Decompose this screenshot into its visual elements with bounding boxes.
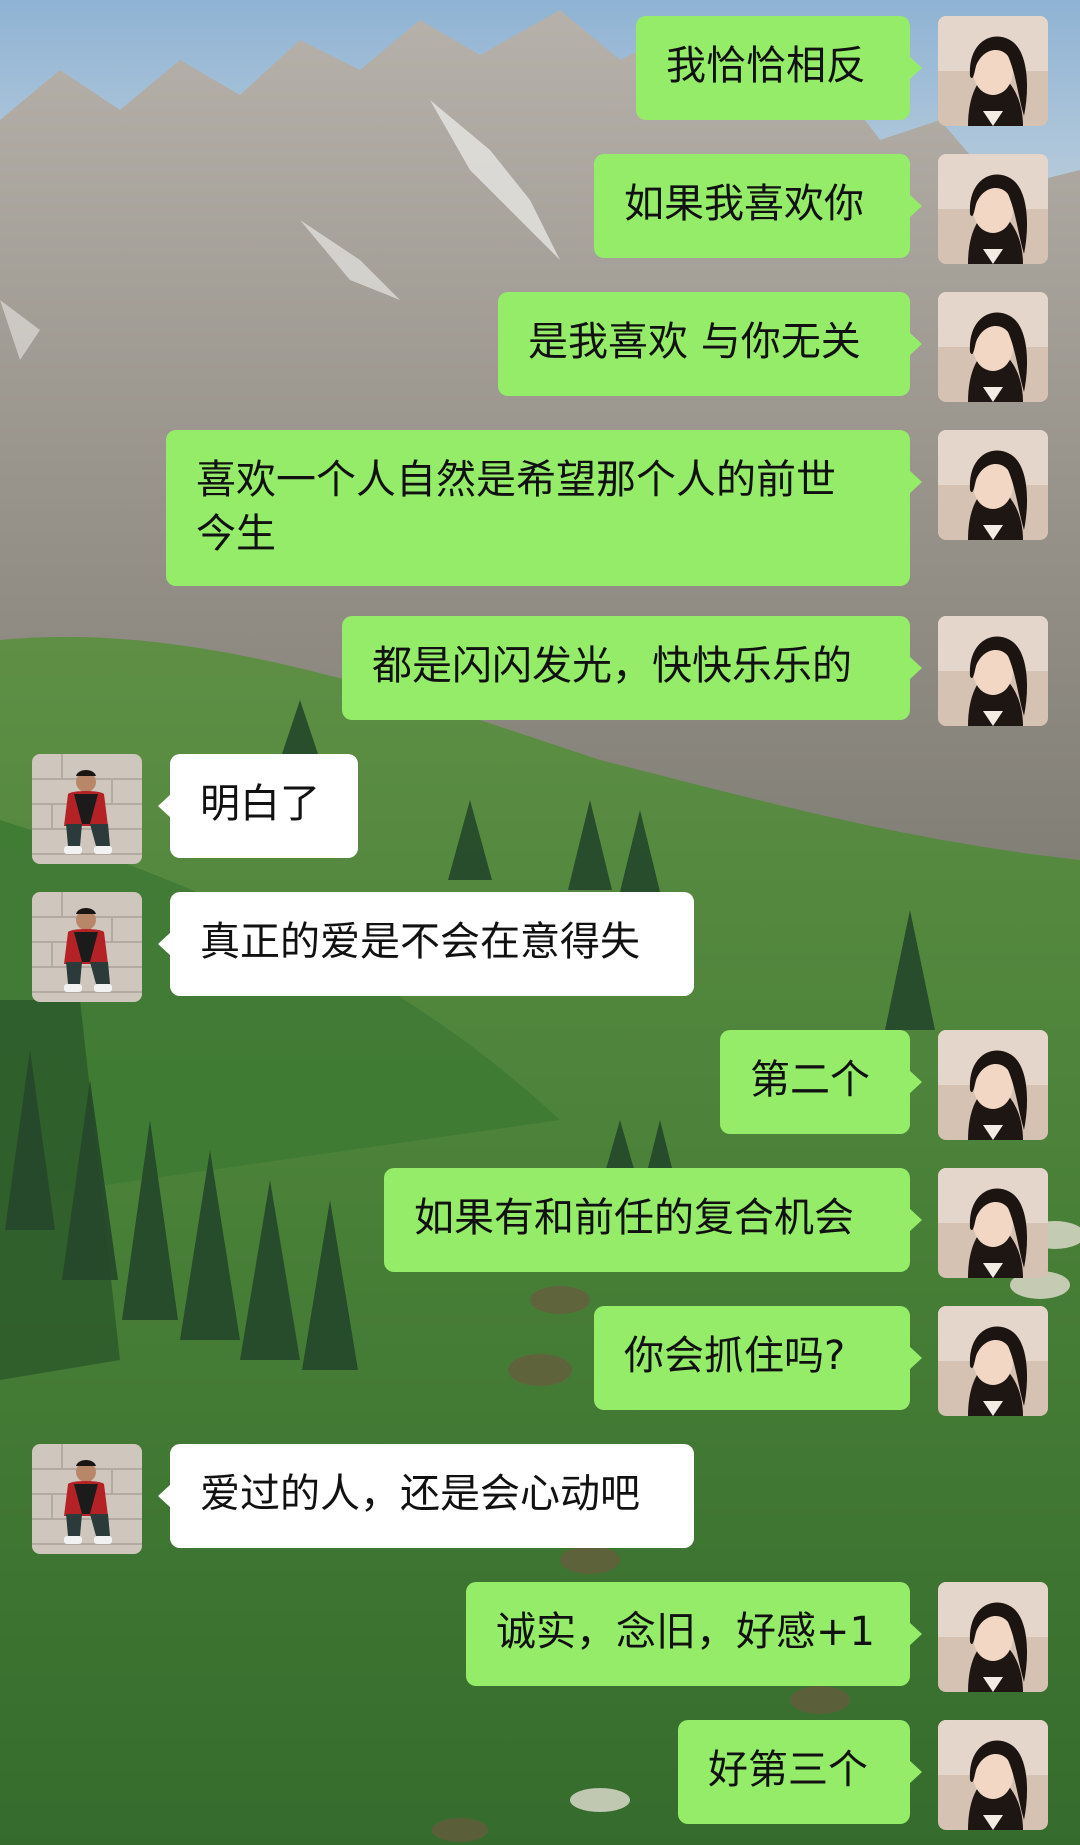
my-avatar[interactable] (938, 1030, 1048, 1140)
my-avatar[interactable] (938, 1168, 1048, 1278)
chat-screen: 我恰恰相反如果我喜欢你是我喜欢 与你无关喜欢一个人自然是希望那个人的前世 今生都… (0, 0, 1080, 1845)
outgoing-bubble[interactable]: 如果我喜欢你 (594, 154, 922, 258)
my-avatar[interactable] (938, 1582, 1048, 1692)
incoming-message: 真正的爱是不会在意得失 (0, 892, 1080, 1002)
outgoing-bubble[interactable]: 你会抓住吗? (594, 1306, 922, 1410)
incoming-bubble[interactable]: 明白了 (158, 754, 358, 858)
outgoing-message: 都是闪闪发光，快快乐乐的 (0, 616, 1080, 726)
outgoing-bubble[interactable]: 我恰恰相反 (636, 16, 922, 120)
outgoing-bubble[interactable]: 喜欢一个人自然是希望那个人的前世 今生 (166, 430, 922, 586)
outgoing-message: 你会抓住吗? (0, 1306, 1080, 1416)
outgoing-message: 好第三个 (0, 1720, 1080, 1830)
outgoing-message: 诚实，念旧，好感+1 (0, 1582, 1080, 1692)
contact-avatar[interactable] (32, 754, 142, 864)
outgoing-message: 如果有和前任的复合机会 (0, 1168, 1080, 1278)
outgoing-bubble[interactable]: 好第三个 (678, 1720, 922, 1824)
my-avatar[interactable] (938, 16, 1048, 126)
outgoing-message: 是我喜欢 与你无关 (0, 292, 1080, 402)
outgoing-bubble[interactable]: 都是闪闪发光，快快乐乐的 (342, 616, 922, 720)
outgoing-bubble[interactable]: 是我喜欢 与你无关 (498, 292, 922, 396)
my-avatar[interactable] (938, 292, 1048, 402)
contact-avatar[interactable] (32, 1444, 142, 1554)
incoming-bubble[interactable]: 爱过的人，还是会心动吧 (158, 1444, 694, 1548)
outgoing-message: 如果我喜欢你 (0, 154, 1080, 264)
outgoing-message: 我恰恰相反 (0, 16, 1080, 126)
chat-message-list[interactable]: 我恰恰相反如果我喜欢你是我喜欢 与你无关喜欢一个人自然是希望那个人的前世 今生都… (0, 0, 1080, 1845)
outgoing-bubble[interactable]: 诚实，念旧，好感+1 (466, 1582, 922, 1686)
outgoing-message: 喜欢一个人自然是希望那个人的前世 今生 (0, 430, 1080, 586)
outgoing-message: 第二个 (0, 1030, 1080, 1140)
incoming-message: 明白了 (0, 754, 1080, 864)
contact-avatar[interactable] (32, 892, 142, 1002)
my-avatar[interactable] (938, 1720, 1048, 1830)
my-avatar[interactable] (938, 430, 1048, 540)
outgoing-bubble[interactable]: 第二个 (720, 1030, 922, 1134)
my-avatar[interactable] (938, 154, 1048, 264)
incoming-bubble[interactable]: 真正的爱是不会在意得失 (158, 892, 694, 996)
my-avatar[interactable] (938, 616, 1048, 726)
my-avatar[interactable] (938, 1306, 1048, 1416)
outgoing-bubble[interactable]: 如果有和前任的复合机会 (384, 1168, 922, 1272)
incoming-message: 爱过的人，还是会心动吧 (0, 1444, 1080, 1554)
